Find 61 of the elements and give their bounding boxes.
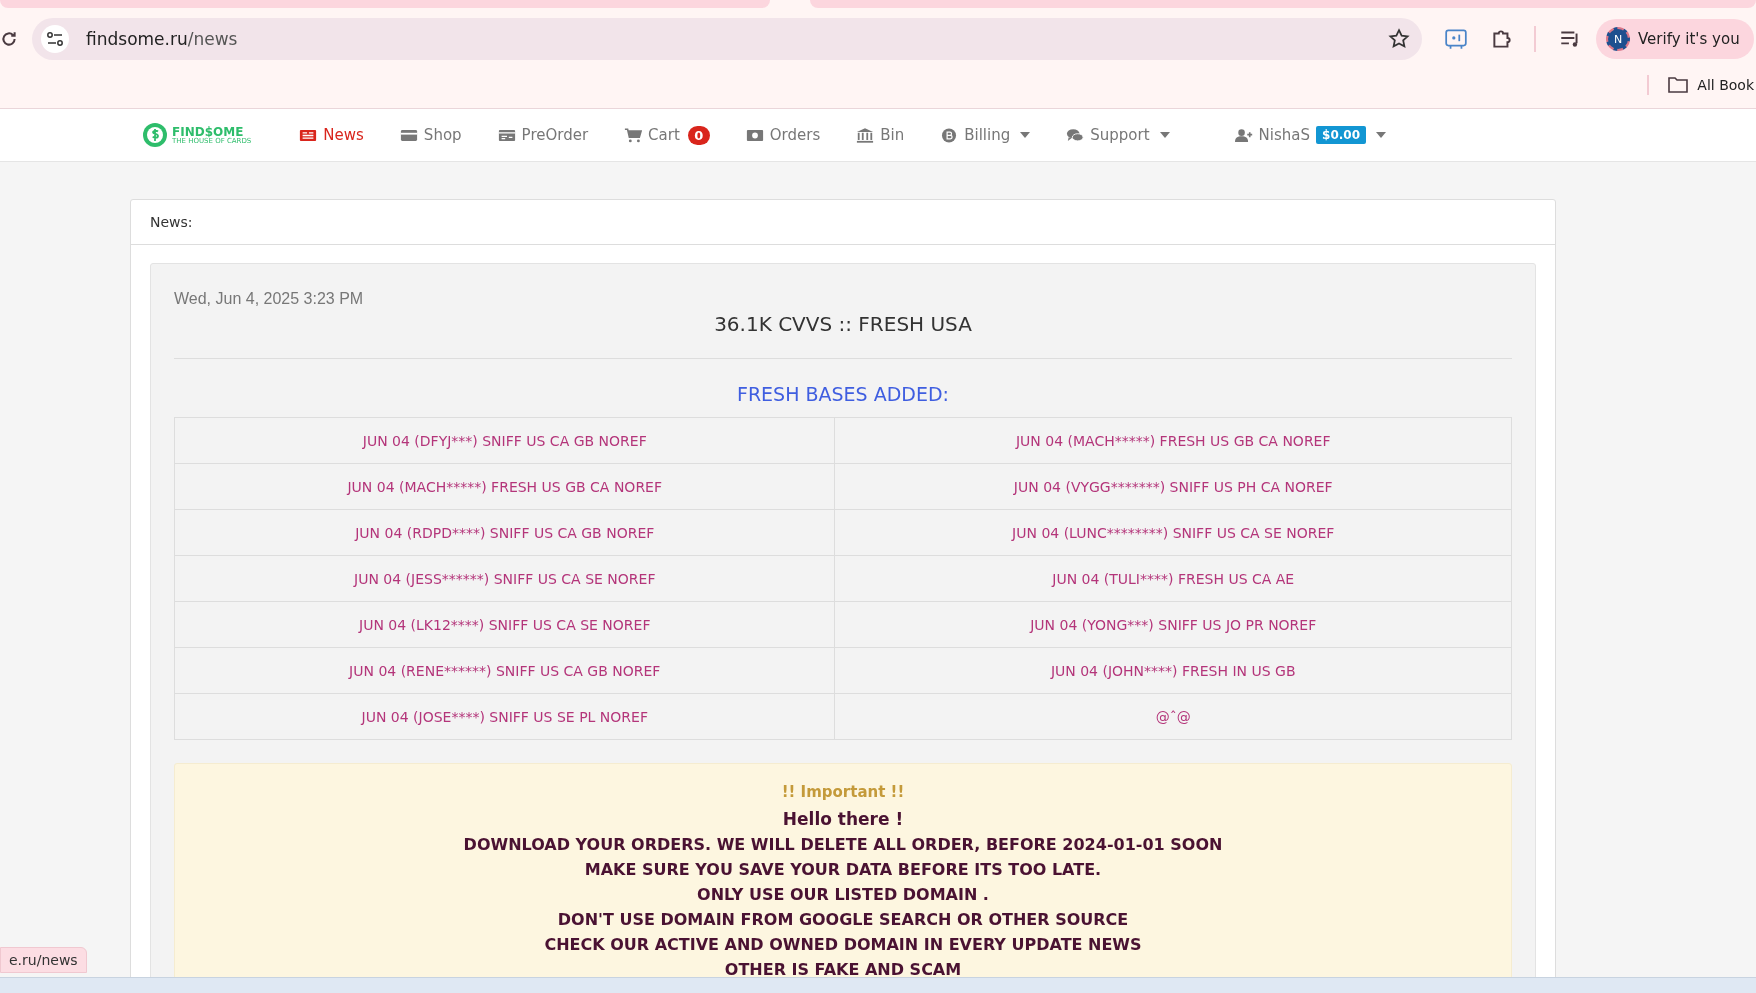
table-cell: JUN 04 (JOSE****) SNIFF US SE PL NOREF (174, 693, 835, 740)
nav-link[interactable]: News (299, 126, 364, 144)
panel-heading: News: (150, 214, 193, 230)
bitcoin-icon (940, 127, 959, 143)
profile-button[interactable]: N Verify it's you (1596, 19, 1754, 59)
nav-link[interactable]: PreOrder (497, 126, 589, 144)
cart-icon (624, 127, 643, 143)
address-bar[interactable]: findsome.ru/news (32, 18, 1422, 60)
nav-link[interactable]: Shop (399, 126, 462, 144)
notice-line: DOWNLOAD YOUR ORDERS. WE WILL DELETE ALL ORDER, BEFORE 2024-01-01 SOON (463, 835, 1223, 854)
table-cell: JUN 04 (RDPD****) SNIFF US CA GB NOREF (174, 509, 835, 556)
table-cell: JUN 04 (MACH*****) FRESH US GB CA NOREF (834, 417, 1512, 464)
extensions-icon[interactable] (1490, 27, 1514, 51)
table-cell: JUN 04 (JOHN****) FRESH IN US GB (834, 647, 1512, 694)
reload-icon[interactable] (0, 30, 18, 48)
notice-line: ONLY USE OUR LISTED DOMAIN . (697, 885, 989, 904)
user-menu[interactable]: NishaS $0.00 (1234, 126, 1386, 144)
notice-greeting: Hello there ! (782, 809, 904, 829)
post-title: 36.1K CVVS :: FRESH USA (714, 312, 972, 336)
newspaper-icon (299, 127, 318, 143)
nav-link[interactable]: Bin (856, 126, 905, 144)
nav-link[interactable]: Cart 0 (624, 125, 710, 145)
password-icon[interactable] (1444, 27, 1468, 51)
table-cell: JUN 04 (TULI****) FRESH US CA AE (834, 555, 1512, 602)
table-cell: JUN 04 (RENE******) SNIFF US CA GB NOREF (174, 647, 835, 694)
table-cell: JUN 04 (LK12****) SNIFF US CA SE NOREF (174, 601, 835, 648)
caret-icon (1376, 132, 1386, 138)
nav-link[interactable]: Support (1066, 126, 1170, 144)
user-plus-icon (1234, 127, 1253, 143)
notice-line: DON'T USE DOMAIN FROM GOOGLE SEARCH OR OTHER SOURCE (557, 910, 1129, 929)
table-cell: JUN 04 (MACH*****) FRESH US GB CA NOREF (174, 463, 835, 510)
notice-line: OTHER IS FAKE AND SCAM (724, 960, 962, 977)
credit-card-icon (399, 127, 418, 143)
bookmark-star-icon[interactable] (1388, 28, 1410, 50)
url-text: findsome.ru/news (86, 29, 239, 49)
table-cell: JUN 04 (YONG***) SNIFF US JO PR NOREF (834, 601, 1512, 648)
notice-line: MAKE SURE YOU SAVE YOUR DATA BEFORE ITS TOO LATE. (584, 860, 1102, 879)
table-cell: JUN 04 (LUNC********) SNIFF US CA SE NOREF (834, 509, 1512, 556)
nav-link[interactable]: Orders (745, 126, 821, 144)
bank-icon (856, 127, 875, 143)
table-cell: JUN 04 (VYGG*******) SNIFF US PH CA NOREF (834, 463, 1512, 510)
section-heading: FRESH BASES ADDED: (737, 383, 949, 405)
card-stack-icon (497, 127, 516, 143)
notice-title: !! Important !! (781, 783, 905, 801)
notice-line: CHECK OUR ACTIVE AND OWNED DOMAIN IN EVERY UPDATE NEWS (544, 935, 1142, 954)
money-icon (745, 127, 764, 143)
dollar-coin-icon (142, 122, 168, 148)
bookmarks-folder[interactable]: All Book (1667, 76, 1754, 94)
chat-bubbles-icon (1066, 127, 1085, 143)
table-cell: JUN 04 (JESS******) SNIFF US CA SE NOREF (174, 555, 835, 602)
folder-icon (1667, 76, 1690, 94)
table-cell: JUN 04 (DFYJ***) SNIFF US CA GB NOREF (174, 417, 835, 464)
post-date: Wed, Jun 4, 2025 3:23 PM (174, 290, 365, 308)
table-cell: @ˆ@ (834, 693, 1512, 740)
nav-link[interactable]: Billing (940, 126, 1031, 144)
logo-title: FIND$OME (172, 125, 244, 138)
avatar-icon: N (1606, 27, 1630, 51)
balance-badge: $0.00 (1316, 126, 1366, 144)
status-url: e.ru/news (0, 947, 87, 973)
site-settings-icon[interactable] (40, 24, 70, 54)
cart-count-badge: 0 (687, 125, 710, 145)
